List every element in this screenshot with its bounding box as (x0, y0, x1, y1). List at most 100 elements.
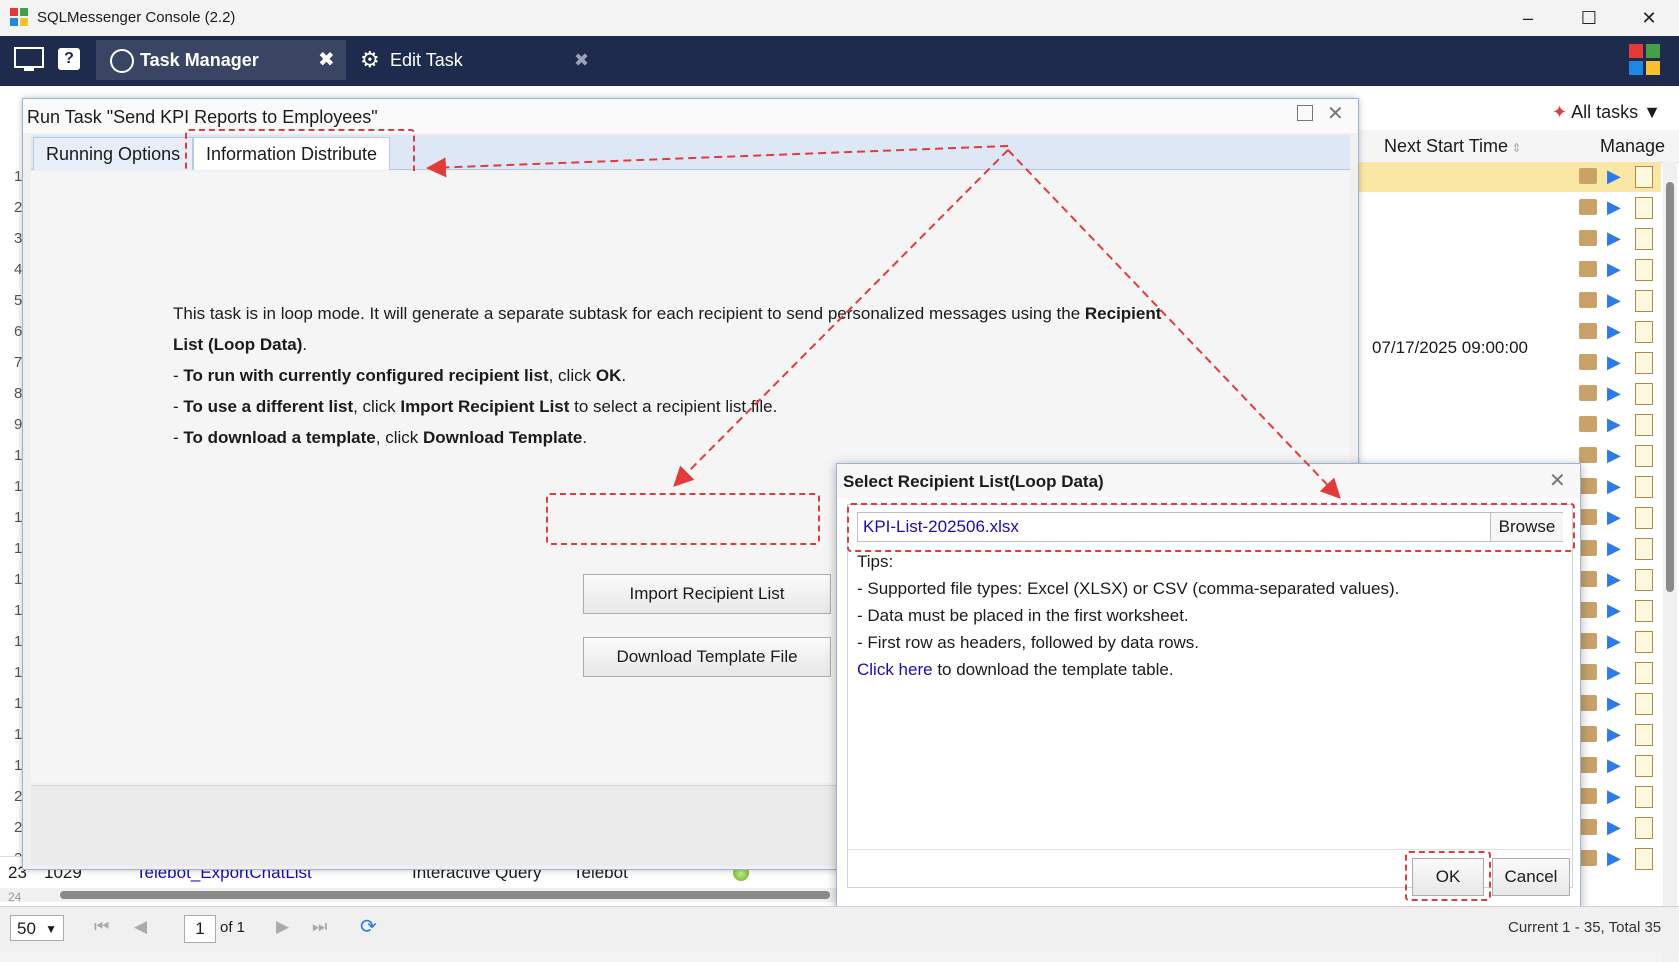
maximize-button[interactable]: ☐ (1566, 0, 1612, 36)
run-task-icon[interactable]: ▶ (1607, 476, 1621, 497)
monitor-icon[interactable] (14, 47, 44, 78)
refresh-icon[interactable]: ⟳ (360, 914, 377, 939)
download-template-file-button[interactable]: Download Template File (583, 637, 831, 677)
view-log-icon[interactable] (1579, 478, 1597, 494)
bullet-dash: - (173, 397, 184, 416)
run-task-icon[interactable]: ▶ (1607, 166, 1621, 187)
import-recipient-list-button[interactable]: Import Recipient List (583, 574, 831, 614)
run-task-icon[interactable]: ▶ (1607, 724, 1621, 745)
h-scrollbar-thumb[interactable] (60, 891, 830, 899)
run-task-icon[interactable]: ▶ (1607, 538, 1621, 559)
run-task-icon[interactable]: ▶ (1607, 600, 1621, 621)
all-tasks-dropdown[interactable]: ✦ All tasks ▼ (1552, 102, 1661, 123)
run-task-icon[interactable]: ▶ (1607, 445, 1621, 466)
run-task-icon[interactable]: ▶ (1607, 569, 1621, 590)
view-log-icon[interactable] (1579, 540, 1597, 556)
task-report-icon[interactable] (1635, 631, 1653, 653)
view-log-icon[interactable] (1579, 850, 1597, 866)
view-log-icon[interactable] (1579, 416, 1597, 432)
close-tab-icon[interactable]: ✖ (318, 40, 335, 80)
tab-running-options[interactable]: Running Options (33, 137, 194, 170)
run-task-icon[interactable]: ▶ (1607, 507, 1621, 528)
task-report-icon[interactable] (1635, 414, 1653, 436)
task-report-icon[interactable] (1635, 352, 1653, 374)
close-dialog-icon[interactable]: ✕ (1327, 101, 1344, 126)
task-report-icon[interactable] (1635, 786, 1653, 808)
task-report-icon[interactable] (1635, 600, 1653, 622)
view-log-icon[interactable] (1579, 168, 1597, 184)
task-report-icon[interactable] (1635, 817, 1653, 839)
close-dialog-icon[interactable]: ✕ (1549, 468, 1566, 493)
page-size-select[interactable]: 50 ▼ (10, 915, 64, 941)
task-report-icon[interactable] (1635, 259, 1653, 281)
run-task-icon[interactable]: ▶ (1607, 228, 1621, 249)
view-log-icon[interactable] (1579, 602, 1597, 618)
help-button[interactable]: ? (58, 48, 80, 70)
run-task-icon[interactable]: ▶ (1607, 786, 1621, 807)
minimize-button[interactable]: – (1505, 0, 1551, 36)
view-log-icon[interactable] (1579, 726, 1597, 742)
scrollbar-thumb[interactable] (1666, 182, 1674, 592)
run-task-icon[interactable]: ▶ (1607, 755, 1621, 776)
close-window-button[interactable]: ✕ (1626, 0, 1672, 36)
run-task-icon[interactable]: ▶ (1607, 321, 1621, 342)
view-log-icon[interactable] (1579, 664, 1597, 680)
task-report-icon[interactable] (1635, 228, 1653, 250)
view-log-icon[interactable] (1579, 447, 1597, 463)
task-report-icon[interactable] (1635, 755, 1653, 777)
task-report-icon[interactable] (1635, 693, 1653, 715)
run-task-icon[interactable]: ▶ (1607, 414, 1621, 435)
view-log-icon[interactable] (1579, 819, 1597, 835)
view-log-icon[interactable] (1579, 354, 1597, 370)
maximize-dialog-icon[interactable] (1297, 105, 1313, 121)
first-page-icon[interactable]: ⏮ (94, 917, 109, 937)
view-log-icon[interactable] (1579, 385, 1597, 401)
task-report-icon[interactable] (1635, 476, 1653, 498)
last-page-icon[interactable]: ⏭ (312, 917, 327, 937)
task-report-icon[interactable] (1635, 321, 1653, 343)
task-report-icon[interactable] (1635, 724, 1653, 746)
tab-edit-task[interactable]: ⚙ Edit Task ✖ (356, 40, 596, 80)
prev-page-icon[interactable]: ◀ (134, 917, 147, 937)
run-task-icon[interactable]: ▶ (1607, 693, 1621, 714)
view-log-icon[interactable] (1579, 292, 1597, 308)
task-report-icon[interactable] (1635, 445, 1653, 467)
run-task-icon[interactable]: ▶ (1607, 383, 1621, 404)
click-here-link[interactable]: Click here (857, 660, 933, 679)
task-report-icon[interactable] (1635, 197, 1653, 219)
view-log-icon[interactable] (1579, 571, 1597, 587)
view-log-icon[interactable] (1579, 757, 1597, 773)
view-log-icon[interactable] (1579, 509, 1597, 525)
run-task-icon[interactable]: ▶ (1607, 848, 1621, 869)
run-task-icon[interactable]: ▶ (1607, 259, 1621, 280)
view-log-icon[interactable] (1579, 261, 1597, 277)
task-report-icon[interactable] (1635, 166, 1653, 188)
run-task-icon[interactable]: ▶ (1607, 662, 1621, 683)
horizontal-scrollbar[interactable] (0, 888, 836, 902)
vertical-scrollbar[interactable] (1663, 162, 1677, 962)
cancel-button[interactable]: Cancel (1492, 858, 1570, 896)
view-log-icon[interactable] (1579, 788, 1597, 804)
view-log-icon[interactable] (1579, 323, 1597, 339)
task-report-icon[interactable] (1635, 383, 1653, 405)
task-report-icon[interactable] (1635, 848, 1653, 870)
page-input[interactable]: 1 (184, 915, 216, 943)
task-report-icon[interactable] (1635, 538, 1653, 560)
run-task-icon[interactable]: ▶ (1607, 817, 1621, 838)
task-report-icon[interactable] (1635, 507, 1653, 529)
run-task-icon[interactable]: ▶ (1607, 631, 1621, 652)
run-task-icon[interactable]: ▶ (1607, 352, 1621, 373)
col-next-start-header[interactable]: Next Start Time ⇕ (1384, 136, 1521, 157)
next-page-icon[interactable]: ▶ (276, 917, 289, 937)
view-log-icon[interactable] (1579, 199, 1597, 215)
tab-task-manager[interactable]: Task Manager ✖ (96, 40, 346, 80)
task-report-icon[interactable] (1635, 290, 1653, 312)
task-report-icon[interactable] (1635, 662, 1653, 684)
view-log-icon[interactable] (1579, 695, 1597, 711)
view-log-icon[interactable] (1579, 633, 1597, 649)
run-task-icon[interactable]: ▶ (1607, 197, 1621, 218)
task-report-icon[interactable] (1635, 569, 1653, 591)
run-task-icon[interactable]: ▶ (1607, 290, 1621, 311)
close-tab-icon[interactable]: ✖ (574, 40, 589, 80)
view-log-icon[interactable] (1579, 230, 1597, 246)
